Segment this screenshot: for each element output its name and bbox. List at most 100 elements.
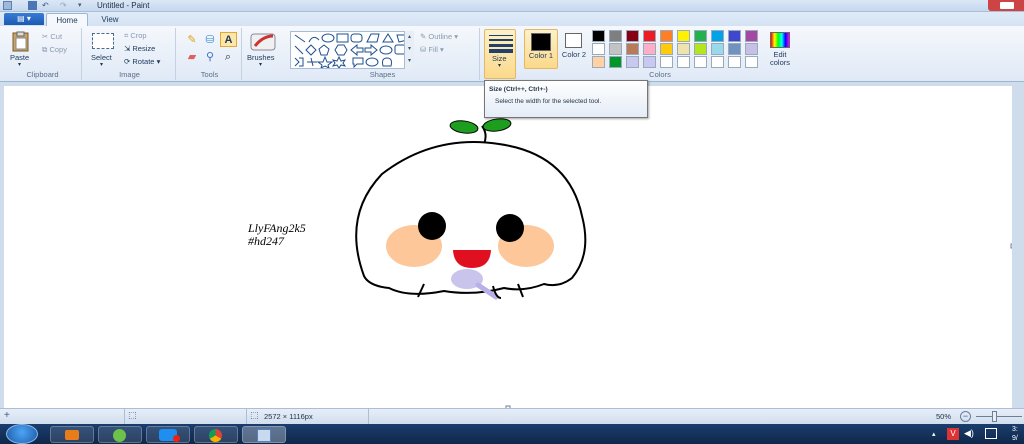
palette-swatch[interactable]: [677, 56, 690, 68]
select-dropdown-icon: ▾: [100, 62, 104, 68]
resize-label: Resize: [132, 44, 156, 53]
size-button[interactable]: Size ▾: [484, 29, 516, 79]
palette-swatch[interactable]: [745, 30, 758, 42]
size-tooltip: Size (Ctrl++, Ctrl+-) Select the width f…: [484, 80, 648, 118]
zoom-slider-thumb[interactable]: [992, 411, 997, 422]
taskbar-chrome[interactable]: [194, 426, 238, 443]
palette-swatch[interactable]: [677, 43, 690, 55]
palette-swatch[interactable]: [711, 43, 724, 55]
copy-button[interactable]: ⧉ Copy: [42, 45, 67, 55]
start-button[interactable]: [6, 424, 38, 444]
media-player-icon: [65, 430, 79, 440]
color1-button[interactable]: Color 1: [524, 29, 558, 69]
color-palette: [592, 30, 764, 70]
palette-swatch[interactable]: [728, 43, 741, 55]
shapes-gallery[interactable]: [290, 31, 414, 69]
customize-quick-access-icon[interactable]: ▾: [78, 1, 87, 10]
edit-colors-label: Edit colors: [769, 50, 790, 67]
color1-swatch: [531, 33, 551, 51]
palette-swatch[interactable]: [609, 30, 622, 42]
eraser-icon[interactable]: ▰: [184, 50, 200, 64]
edit-colors-button[interactable]: Edit colors: [766, 29, 794, 69]
palette-swatch[interactable]: [711, 56, 724, 68]
palette-swatch[interactable]: [694, 56, 707, 68]
palette-swatch[interactable]: [626, 30, 639, 42]
outline-button[interactable]: ✎ Outline ▾: [420, 32, 458, 41]
paint-app-icon: [3, 1, 12, 10]
file-menu-button[interactable]: ▤ ▾: [4, 13, 44, 25]
magnifier-icon[interactable]: ⌕: [220, 50, 236, 64]
color2-button[interactable]: Color 2: [560, 29, 590, 69]
status-bar: + ⬚ ⬚ 2572 × 1116px 50% −: [0, 408, 1024, 424]
paste-button[interactable]: Paste ▾: [10, 31, 32, 71]
right-eye: [496, 214, 524, 242]
sprout-leaf-left: [449, 120, 479, 134]
redo-icon[interactable]: ↷: [60, 1, 69, 10]
shapes-group-label: Shapes: [369, 70, 396, 79]
cut-button[interactable]: ✂ Cut: [42, 32, 62, 41]
show-hidden-icons-icon[interactable]: ▴: [932, 430, 936, 438]
palette-swatch[interactable]: [694, 43, 707, 55]
network-icon[interactable]: [985, 428, 997, 439]
palette-swatch[interactable]: [745, 43, 758, 55]
ribbon-tab-bar: [0, 12, 1024, 26]
taskbar-utility-app[interactable]: [98, 426, 142, 443]
taskbar-media-player[interactable]: [50, 426, 94, 443]
palette-swatch[interactable]: [626, 56, 639, 68]
title-bar: ↶ ↷ ▾ Untitled - Paint: [0, 0, 1024, 12]
tab-view[interactable]: View: [90, 13, 130, 26]
rotate-button[interactable]: ⟳ Rotate ▾: [124, 57, 160, 66]
resize-button[interactable]: ⇲ Resize: [124, 44, 155, 53]
tray-app-icon[interactable]: V: [947, 428, 959, 440]
text-tool-icon[interactable]: A: [220, 32, 237, 47]
shapes-scrollbar[interactable]: ▴ ▾ ▾: [404, 31, 414, 69]
brushes-button[interactable]: Brushes ▾: [246, 30, 282, 76]
fill-label: Fill: [428, 45, 438, 54]
clock[interactable]: 3: 9/: [1012, 425, 1018, 443]
save-icon[interactable]: [28, 1, 37, 10]
palette-swatch[interactable]: [660, 30, 673, 42]
cut-label: Cut: [50, 32, 63, 41]
select-button[interactable]: Select ▾: [90, 31, 118, 71]
tools-group-label: Tools: [200, 70, 219, 79]
palette-swatch[interactable]: [609, 43, 622, 55]
taskbar-zalo[interactable]: [146, 426, 190, 443]
palette-swatch[interactable]: [694, 30, 707, 42]
cursor-position-icon: +: [4, 410, 10, 421]
palette-swatch[interactable]: [592, 56, 605, 68]
crop-button[interactable]: ⌗ Crop: [124, 31, 147, 41]
fill-bucket-icon[interactable]: ⛁: [202, 33, 218, 47]
fill-button[interactable]: ⛁ Fill ▾: [420, 45, 444, 54]
color-picker-icon[interactable]: ⚲: [202, 50, 218, 64]
palette-swatch[interactable]: [677, 30, 690, 42]
palette-swatch[interactable]: [609, 56, 622, 68]
drawing-canvas[interactable]: LlyFAng2k5 #hd247: [4, 86, 1012, 408]
palette-swatch[interactable]: [592, 43, 605, 55]
palette-swatch[interactable]: [745, 56, 758, 68]
volume-icon[interactable]: ◀): [964, 428, 974, 439]
palette-swatch[interactable]: [643, 43, 656, 55]
palette-swatch[interactable]: [660, 56, 673, 68]
palette-swatch[interactable]: [660, 43, 673, 55]
palette-swatch[interactable]: [626, 43, 639, 55]
undo-icon[interactable]: ↶: [42, 1, 51, 10]
palette-swatch[interactable]: [643, 30, 656, 42]
palette-swatch[interactable]: [711, 30, 724, 42]
clock-time: 3:: [1012, 426, 1018, 433]
zoom-slider-track[interactable]: [976, 416, 1022, 417]
outline-label: Outline: [428, 32, 453, 41]
canvas-drawing: [355, 118, 1012, 408]
color2-label: Color 2: [561, 50, 587, 59]
brushes-dropdown-icon: ▾: [259, 62, 263, 68]
selection-size-icon: ⬚: [128, 410, 137, 420]
palette-swatch[interactable]: [728, 56, 741, 68]
zoom-out-button[interactable]: −: [960, 411, 971, 422]
canvas-resize-handle-right[interactable]: [1010, 243, 1012, 249]
palette-swatch[interactable]: [592, 30, 605, 42]
palette-swatch[interactable]: [728, 30, 741, 42]
paint-taskbar-icon: [257, 429, 271, 442]
palette-swatch[interactable]: [643, 56, 656, 68]
pencil-icon[interactable]: ✎: [184, 33, 200, 47]
tab-home[interactable]: Home: [46, 13, 88, 26]
taskbar-paint[interactable]: [242, 426, 286, 443]
